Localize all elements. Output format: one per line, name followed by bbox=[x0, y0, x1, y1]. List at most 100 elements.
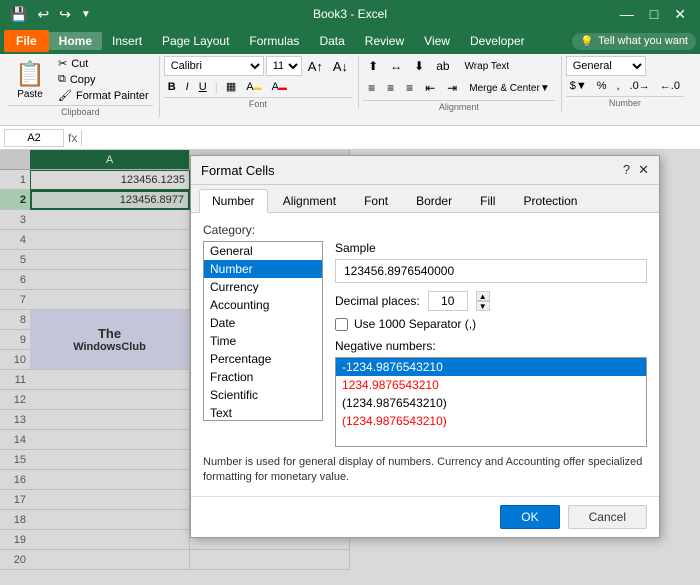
dialog-help-btn[interactable]: ? bbox=[623, 162, 630, 178]
text-direction-btn[interactable]: ab bbox=[431, 56, 454, 76]
clipboard-label: Clipboard bbox=[8, 105, 153, 117]
bold-button[interactable]: B bbox=[164, 79, 180, 95]
copy-label: Copy bbox=[70, 74, 96, 86]
category-fraction[interactable]: Fraction bbox=[204, 368, 322, 386]
comma-btn[interactable]: , bbox=[613, 78, 624, 94]
font-name-select[interactable]: Calibri bbox=[164, 56, 264, 76]
save-icon[interactable]: 💾 bbox=[8, 6, 29, 23]
neg-option-2[interactable]: 1234.9876543210 bbox=[336, 376, 646, 394]
number-group: General $▼ % , .0→ ←.0 Number bbox=[562, 56, 690, 108]
file-menu[interactable]: File bbox=[4, 30, 49, 52]
separator-checkbox[interactable] bbox=[335, 318, 348, 331]
fill-color-btn[interactable]: A▬ bbox=[242, 79, 265, 95]
view-menu[interactable]: View bbox=[414, 32, 460, 50]
align-middle-btn[interactable]: ↔ bbox=[385, 56, 407, 76]
border-btn[interactable]: ▦ bbox=[222, 78, 240, 95]
tell-me-box[interactable]: 💡 Tell what you want bbox=[572, 33, 696, 50]
category-general[interactable]: General bbox=[204, 242, 322, 260]
developer-menu[interactable]: Developer bbox=[460, 32, 535, 50]
category-list[interactable]: General Number Currency Accounting Date … bbox=[203, 241, 323, 421]
font-label: Font bbox=[164, 97, 352, 109]
tab-border[interactable]: Border bbox=[403, 189, 465, 212]
number-format-select[interactable]: General bbox=[566, 56, 646, 76]
home-menu[interactable]: Home bbox=[49, 32, 102, 50]
formula-input[interactable] bbox=[86, 131, 696, 145]
undo-icon[interactable]: ↩ bbox=[35, 6, 51, 23]
format-painter-icon: 🖌 bbox=[58, 89, 72, 102]
close-btn[interactable]: ✕ bbox=[668, 6, 692, 23]
insert-menu[interactable]: Insert bbox=[102, 32, 152, 50]
indent-decrease-btn[interactable]: ⇤ bbox=[420, 78, 440, 98]
copy-button[interactable]: ⧉ Copy bbox=[54, 72, 153, 87]
decimal-decrement[interactable]: ▼ bbox=[476, 301, 490, 311]
tab-protection[interactable]: Protection bbox=[510, 189, 590, 212]
category-number[interactable]: Number bbox=[204, 260, 322, 278]
wrap-text-label: Wrap Text bbox=[465, 61, 510, 72]
tell-me-text: Tell what you want bbox=[598, 35, 688, 47]
cell-reference-input[interactable] bbox=[4, 129, 64, 147]
category-label: Category: bbox=[203, 223, 647, 237]
tab-fill[interactable]: Fill bbox=[467, 189, 508, 212]
category-accounting[interactable]: Accounting bbox=[204, 296, 322, 314]
maximize-btn[interactable]: □ bbox=[644, 6, 664, 23]
italic-button[interactable]: I bbox=[182, 79, 193, 95]
merge-center-btn[interactable]: Merge & Center▼ bbox=[464, 78, 555, 98]
align-center-btn[interactable]: ≡ bbox=[382, 78, 399, 98]
dialog-title-bar: Format Cells ? ✕ bbox=[191, 156, 659, 185]
dollar-btn[interactable]: $▼ bbox=[566, 78, 591, 94]
tab-alignment[interactable]: Alignment bbox=[270, 189, 349, 212]
negative-numbers-list[interactable]: -1234.9876543210 1234.9876543210 (1234.9… bbox=[335, 357, 647, 447]
category-scientific[interactable]: Scientific bbox=[204, 386, 322, 404]
category-time[interactable]: Time bbox=[204, 332, 322, 350]
align-left-btn[interactable]: ≡ bbox=[363, 78, 380, 98]
minimize-btn[interactable]: — bbox=[614, 6, 640, 23]
neg-option-3[interactable]: (1234.9876543210) bbox=[336, 394, 646, 412]
format-painter-label: Format Painter bbox=[76, 90, 149, 102]
paste-button[interactable]: 📋 Paste bbox=[8, 56, 52, 103]
neg-option-4[interactable]: (1234.9876543210) bbox=[336, 412, 646, 430]
redo-icon[interactable]: ↪ bbox=[57, 6, 73, 23]
align-bottom-btn[interactable]: ⬇ bbox=[409, 56, 429, 76]
dec-inc-btn[interactable]: .0→ bbox=[626, 78, 654, 94]
number-format-row: $▼ % , .0→ ←.0 bbox=[566, 78, 684, 94]
dialog-close-btn[interactable]: ✕ bbox=[638, 162, 649, 178]
decimal-increment[interactable]: ▲ bbox=[476, 291, 490, 301]
align-right-btn[interactable]: ≡ bbox=[401, 78, 418, 98]
number-content: General $▼ % , .0→ ←.0 bbox=[566, 56, 684, 94]
format-painter-button[interactable]: 🖌 Format Painter bbox=[54, 88, 153, 103]
indent-increase-btn[interactable]: ⇥ bbox=[442, 78, 462, 98]
cancel-button[interactable]: Cancel bbox=[568, 505, 647, 529]
alignment-content: ⬆ ↔ ⬇ ab Wrap Text ≡ ≡ ≡ ⇤ ⇥ Merge & Cen… bbox=[363, 56, 555, 98]
formula-bar: fx bbox=[0, 126, 700, 150]
dropdown-icon[interactable]: ▼ bbox=[79, 9, 93, 20]
percent-btn[interactable]: % bbox=[593, 78, 611, 94]
wrap-text-area: Wrap Text bbox=[461, 56, 514, 76]
tab-number[interactable]: Number bbox=[199, 189, 268, 213]
ok-button[interactable]: OK bbox=[500, 505, 559, 529]
clipboard-group: 📋 Paste ✂ Cut ⧉ Copy 🖌 Format Painter Cl… bbox=[4, 56, 160, 117]
data-menu[interactable]: Data bbox=[309, 32, 354, 50]
neg-option-1[interactable]: -1234.9876543210 bbox=[336, 358, 646, 376]
wrap-text-button[interactable]: Wrap Text bbox=[461, 59, 514, 74]
page-layout-menu[interactable]: Page Layout bbox=[152, 32, 239, 50]
review-menu[interactable]: Review bbox=[355, 32, 414, 50]
category-text[interactable]: Text bbox=[204, 404, 322, 421]
category-percentage[interactable]: Percentage bbox=[204, 350, 322, 368]
underline-button[interactable]: U bbox=[195, 79, 211, 95]
number-label: Number bbox=[566, 96, 684, 108]
tab-font[interactable]: Font bbox=[351, 189, 401, 212]
cut-button[interactable]: ✂ Cut bbox=[54, 56, 153, 71]
formulas-menu[interactable]: Formulas bbox=[239, 32, 309, 50]
increase-font-btn[interactable]: A↑ bbox=[304, 57, 327, 76]
decimal-spinner: ▲ ▼ bbox=[476, 291, 490, 311]
align-row-top: ⬆ ↔ ⬇ ab Wrap Text bbox=[363, 56, 513, 76]
align-top-btn[interactable]: ⬆ bbox=[363, 56, 383, 76]
dec-dec-btn[interactable]: ←.0 bbox=[656, 78, 684, 94]
font-color-btn[interactable]: A▬ bbox=[268, 79, 291, 95]
ribbon: 📋 Paste ✂ Cut ⧉ Copy 🖌 Format Painter Cl… bbox=[0, 54, 700, 126]
font-size-select[interactable]: 11 bbox=[266, 56, 302, 76]
decrease-font-btn[interactable]: A↓ bbox=[329, 57, 352, 76]
decimal-input[interactable] bbox=[428, 291, 468, 311]
category-currency[interactable]: Currency bbox=[204, 278, 322, 296]
category-date[interactable]: Date bbox=[204, 314, 322, 332]
